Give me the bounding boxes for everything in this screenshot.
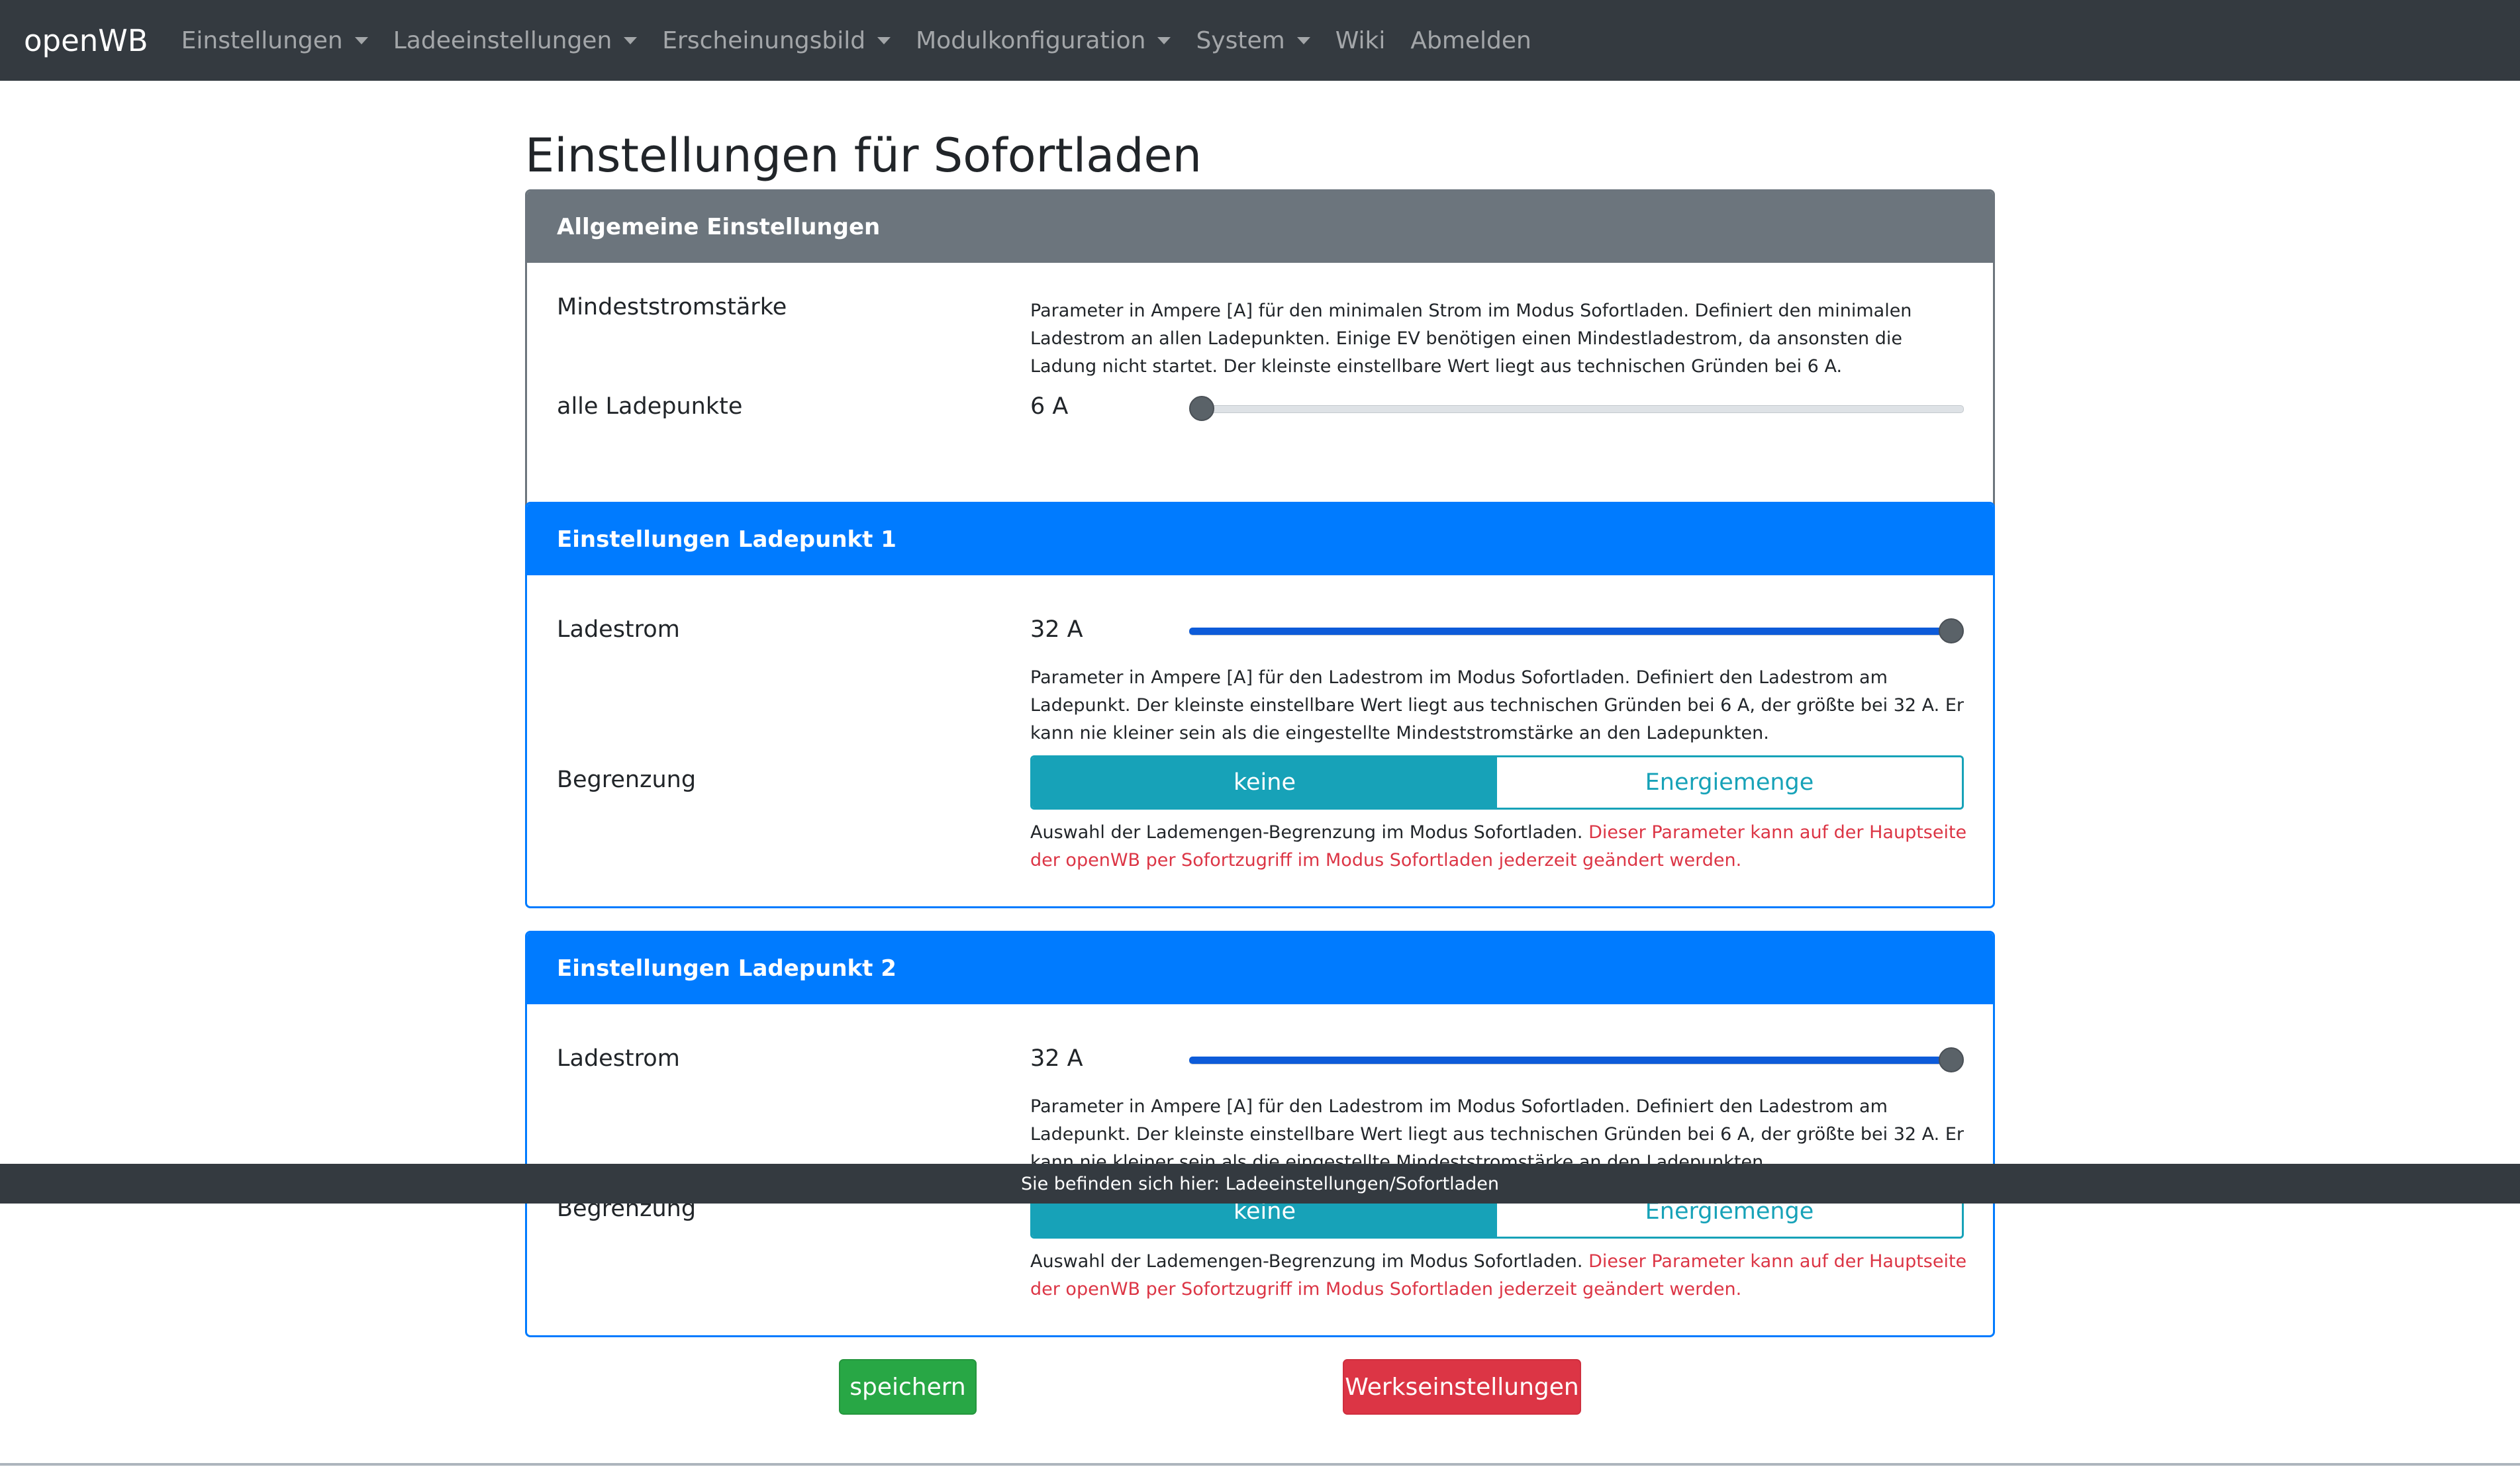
lp1-limit-toggle: keine Energiemenge [1030, 755, 1964, 810]
all-points-label: alle Ladepunkte [557, 393, 743, 420]
nav-ladeeinstellungen[interactable]: Ladeeinstellungen [393, 27, 638, 54]
min-current-help: Parameter in Ampere [A] für den minimale… [1030, 301, 1912, 377]
caret-down-icon [877, 36, 891, 44]
nav-abmelden[interactable]: Abmelden [1410, 27, 1531, 54]
nav-abmelden-label: Abmelden [1410, 26, 1531, 54]
card-lp2-header: Einstellungen Ladepunkt 2 [527, 933, 1993, 1004]
page-title: Einstellungen für Sofortladen [525, 128, 1202, 183]
nav-einstellungen-label: Einstellungen [181, 26, 343, 54]
card-lp1-header: Einstellungen Ladepunkt 1 [527, 504, 1993, 575]
lp2-current-value: 32 A [1030, 1045, 1083, 1072]
all-points-slider[interactable] [1189, 395, 1964, 422]
slider-fill [1189, 628, 1951, 635]
lp1-limit-help-text: Auswahl der Lademengen-Begrenzung im Mod… [1030, 822, 1583, 843]
all-points-value: 6 A [1030, 393, 1069, 420]
lp2-current-slider[interactable] [1189, 1047, 1964, 1073]
card-ladepunkt-2: Einstellungen Ladepunkt 2 Ladestrom 32 A… [525, 931, 1995, 1337]
nav-modulkonfiguration-label: Modulkonfiguration [916, 26, 1146, 54]
nav-system-label: System [1196, 26, 1285, 54]
slider-track [1189, 405, 1964, 413]
nav-erscheinungsbild-label: Erscheinungsbild [662, 26, 866, 54]
slider-thumb[interactable] [1939, 618, 1964, 643]
lp2-limit-help: Auswahl der Lademengen-Begrenzung im Mod… [1030, 1248, 1970, 1303]
nav-modulkonfiguration[interactable]: Modulkonfiguration [916, 27, 1171, 54]
min-current-label: Mindeststromstärke [557, 294, 787, 320]
lp2-current-label: Ladestrom [557, 1045, 680, 1072]
caret-down-icon [624, 36, 638, 44]
nav-wiki[interactable]: Wiki [1335, 27, 1386, 54]
lp1-limit-help: Auswahl der Lademengen-Begrenzung im Mod… [1030, 819, 1970, 875]
lp2-limit-help-text: Auswahl der Lademengen-Begrenzung im Mod… [1030, 1251, 1583, 1272]
factory-reset-button[interactable]: Werkseinstellungen [1343, 1359, 1581, 1415]
nav-system[interactable]: System [1196, 27, 1310, 54]
save-button[interactable]: speichern [839, 1359, 977, 1415]
card-general-header: Allgemeine Einstellungen [527, 191, 1993, 263]
lp1-current-label: Ladestrom [557, 616, 680, 643]
lp1-current-value: 32 A [1030, 616, 1083, 643]
breadcrumb-text: Sie befinden sich hier: Ladeeinstellunge… [1020, 1173, 1500, 1194]
caret-down-icon [1296, 36, 1310, 44]
lp1-limit-label: Begrenzung [557, 767, 697, 793]
card-ladepunkt-1: Einstellungen Ladepunkt 1 Ladestrom 32 A… [525, 502, 1995, 908]
slider-fill [1189, 1057, 1951, 1064]
page-bottom-divider [0, 1463, 2520, 1466]
nav-wiki-label: Wiki [1335, 26, 1386, 54]
caret-down-icon [1157, 36, 1171, 44]
nav-einstellungen[interactable]: Einstellungen [181, 27, 368, 54]
lp1-limit-option-energiemenge[interactable]: Energiemenge [1497, 757, 1962, 808]
brand-logo[interactable]: openWB [24, 23, 148, 58]
nav-erscheinungsbild[interactable]: Erscheinungsbild [662, 27, 891, 54]
top-navbar: openWB Einstellungen Ladeeinstellungen E… [0, 0, 2520, 81]
caret-down-icon [354, 36, 368, 44]
slider-thumb[interactable] [1939, 1047, 1964, 1072]
slider-thumb[interactable] [1189, 396, 1214, 421]
lp1-current-slider[interactable] [1189, 618, 1964, 644]
nav-ladeeinstellungen-label: Ladeeinstellungen [393, 26, 612, 54]
breadcrumb-bar: Sie befinden sich hier: Ladeeinstellunge… [0, 1164, 2520, 1204]
lp1-limit-option-keine[interactable]: keine [1032, 757, 1497, 808]
lp1-current-help: Parameter in Ampere [A] für den Ladestro… [1030, 667, 1964, 743]
